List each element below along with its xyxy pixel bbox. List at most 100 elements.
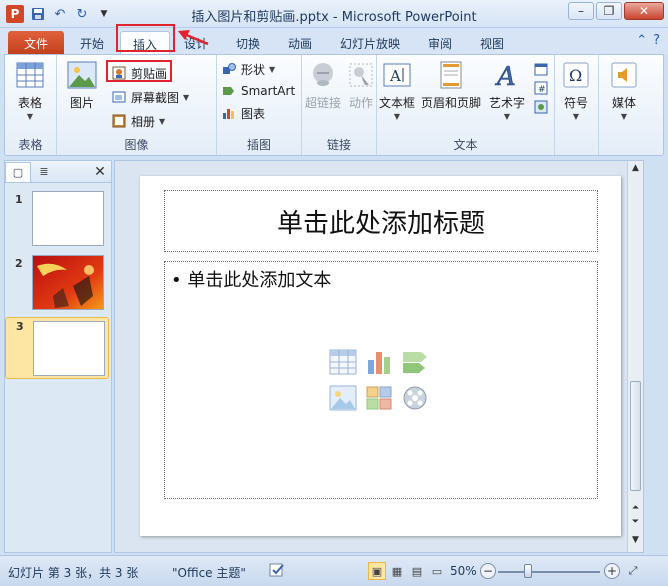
chevron-down-icon: ▼ xyxy=(26,112,34,121)
screenshot-button-label: 屏幕截图 xyxy=(131,90,180,105)
screenshot-button[interactable]: 屏幕截图 ▼ xyxy=(111,87,189,107)
tab-home[interactable]: 开始 xyxy=(72,31,112,54)
insert-chart-icon[interactable] xyxy=(363,346,395,378)
action-button[interactable]: 动作 xyxy=(346,59,376,111)
chevron-down-icon: ▼ xyxy=(620,112,628,121)
symbol-button[interactable]: Ω 符号 ▼ xyxy=(561,59,591,121)
minimize-button[interactable]: – xyxy=(568,2,594,20)
annotation-box-clipart xyxy=(106,60,172,82)
tab-review[interactable]: 审阅 xyxy=(420,31,460,54)
group-label-illustrations: 插图 xyxy=(246,138,271,152)
zoom-slider[interactable] xyxy=(498,571,600,573)
symbol-button-label: 符号 xyxy=(563,96,588,110)
tab-outline[interactable]: ≣ xyxy=(31,162,57,182)
minimize-ribbon-icon[interactable]: ⌃ xyxy=(636,33,647,48)
tab-slides[interactable]: ▢ xyxy=(5,161,31,182)
hyperlink-icon xyxy=(308,59,338,91)
textbox-icon: A xyxy=(382,59,412,91)
slide-thumbnail-row[interactable]: 1 xyxy=(5,191,109,251)
fit-to-window-icon[interactable]: ⤢ xyxy=(624,562,642,580)
slide-sorter-view-icon[interactable]: ▦ xyxy=(388,562,406,580)
text-small-icons: # xyxy=(533,61,549,115)
tab-animations[interactable]: 动画 xyxy=(280,31,320,54)
svg-text:A: A xyxy=(389,67,401,85)
insert-media-icon[interactable] xyxy=(399,382,431,414)
insert-smartart-icon[interactable] xyxy=(399,346,431,378)
group-text: A 文本框 ▼ 页眉和页脚 A 艺术字 ▼ # 文本 xyxy=(377,55,555,155)
ribbon-right-controls: ⌃ ? xyxy=(636,33,660,48)
group-media: 媒体 ▼ xyxy=(599,55,663,155)
action-icon xyxy=(346,59,376,91)
scroll-up-icon[interactable]: ▲ xyxy=(630,163,641,173)
content-placeholder[interactable]: • 单击此处添加文本 xyxy=(164,261,598,499)
slide-thumbnail[interactable] xyxy=(33,321,105,376)
picture-button[interactable]: 图片 xyxy=(67,59,97,111)
tab-file[interactable]: 文件 xyxy=(8,31,64,54)
scroll-down-icon[interactable]: ▼ xyxy=(630,535,641,545)
header-footer-button[interactable]: 页眉和页脚 xyxy=(421,59,481,111)
tab-view[interactable]: 视图 xyxy=(472,31,512,54)
hyperlink-button-label: 超链接 xyxy=(305,96,342,110)
shapes-button[interactable]: 形状 ▼ xyxy=(221,59,275,79)
spellcheck-icon[interactable] xyxy=(268,561,286,582)
slide-thumbnail-image[interactable] xyxy=(32,255,104,310)
scrollbar-thumb[interactable] xyxy=(630,381,641,491)
chevron-down-icon: ▼ xyxy=(159,116,166,126)
slide-thumbnail-row-selected[interactable]: 3 xyxy=(5,317,109,379)
slide-number: 2 xyxy=(15,257,23,270)
screenshot-icon xyxy=(111,89,127,105)
shapes-button-label: 形状 xyxy=(241,62,266,77)
zoom-slider-knob[interactable] xyxy=(524,564,532,578)
close-pane-icon[interactable]: ✕ xyxy=(89,164,111,180)
tab-transitions[interactable]: 切换 xyxy=(228,31,268,54)
header-footer-button-label: 页眉和页脚 xyxy=(421,96,482,110)
restore-button[interactable]: ❐ xyxy=(596,2,622,20)
chevron-down-icon: ▼ xyxy=(183,92,190,102)
header-footer-icon xyxy=(436,59,466,91)
help-icon[interactable]: ? xyxy=(653,33,660,48)
slide-editing-area: 单击此处添加标题 • 单击此处添加文本 ▲ ⏶ ⏷ ▼ xyxy=(114,160,644,553)
table-button[interactable]: 表格 ▼ xyxy=(15,59,45,121)
media-button[interactable]: 媒体 ▼ xyxy=(609,59,639,121)
slide-number: 1 xyxy=(15,193,23,206)
group-label-tables: 表格 xyxy=(18,138,43,152)
next-slide-icon[interactable]: ⏷ xyxy=(630,517,641,527)
speaker-icon xyxy=(609,59,639,91)
slide-number-icon[interactable]: # xyxy=(533,80,549,96)
media-button-label: 媒体 xyxy=(611,96,636,110)
date-time-icon[interactable] xyxy=(533,61,549,77)
slide-canvas[interactable]: 单击此处添加标题 • 单击此处添加文本 xyxy=(140,176,621,536)
title-placeholder[interactable]: 单击此处添加标题 xyxy=(164,190,598,252)
zoom-out-icon[interactable]: − xyxy=(480,563,496,579)
insert-clipart-icon[interactable] xyxy=(363,382,395,414)
slide-thumbnail-row[interactable]: 2 xyxy=(5,255,109,315)
object-icon[interactable] xyxy=(533,99,549,115)
prev-slide-icon[interactable]: ⏶ xyxy=(630,503,641,513)
group-symbols: Ω 符号 ▼ xyxy=(555,55,599,155)
slide-thumbnail[interactable] xyxy=(32,191,104,246)
zoom-in-icon[interactable]: + xyxy=(604,563,620,579)
annotation-box-insert-tab xyxy=(116,24,175,52)
svg-text:Ω: Ω xyxy=(569,66,582,85)
picture-icon xyxy=(67,59,97,91)
slideshow-view-icon[interactable]: ▭ xyxy=(428,562,446,580)
theme-status[interactable]: "Office 主题" xyxy=(172,564,246,581)
hyperlink-button[interactable]: 超链接 xyxy=(305,59,341,111)
insert-picture-icon[interactable] xyxy=(327,382,359,414)
chevron-down-icon: ▼ xyxy=(503,112,511,121)
vertical-scrollbar[interactable]: ▲ ⏶ ⏷ ▼ xyxy=(627,161,643,552)
reading-view-icon[interactable]: ▤ xyxy=(408,562,426,580)
group-tables: 表格 ▼ 表格 xyxy=(5,55,57,155)
wordart-button[interactable]: A 艺术字 ▼ xyxy=(489,59,525,121)
normal-view-icon[interactable]: ▣ xyxy=(368,562,386,580)
chart-button[interactable]: 图表 xyxy=(221,103,265,123)
tab-slideshow[interactable]: 幻灯片放映 xyxy=(332,31,408,54)
textbox-button[interactable]: A 文本框 ▼ xyxy=(379,59,415,121)
insert-table-icon[interactable] xyxy=(327,346,359,378)
zoom-level[interactable]: 50% xyxy=(450,564,477,578)
close-button[interactable]: ✕ xyxy=(624,2,664,20)
annotation-arrow-icon xyxy=(178,30,209,46)
album-button[interactable]: 相册 ▼ xyxy=(111,111,165,131)
group-illustrations: 形状 ▼ SmartArt 图表 插图 xyxy=(217,55,302,155)
smartart-button[interactable]: SmartArt xyxy=(221,81,295,101)
